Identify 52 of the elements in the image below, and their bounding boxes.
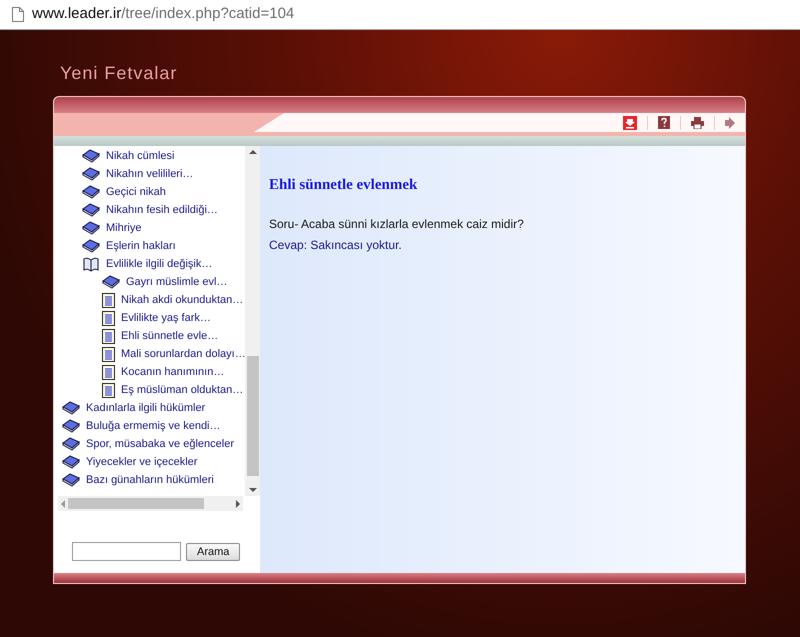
- document-icon: [102, 382, 115, 398]
- book-icon: [82, 221, 100, 235]
- book-icon: [82, 185, 100, 199]
- vertical-scrollbar[interactable]: [245, 146, 260, 496]
- search-field[interactable]: [72, 542, 181, 561]
- tree-item[interactable]: Gayrı müslimle evl…: [102, 273, 228, 291]
- book-icon: [62, 473, 80, 487]
- book-icon: [102, 275, 120, 289]
- book-icon: [62, 419, 80, 433]
- book-icon: [82, 167, 100, 181]
- tree-item[interactable]: Spor, müsabaka ve eğlenceler: [62, 435, 234, 453]
- article-title: Ehli sünnetle evlenmek: [269, 176, 418, 195]
- page-title: Yeni Fetvalar: [60, 62, 178, 85]
- address-bar[interactable]: www.leader.ir/tree/index.php?catid=104: [0, 0, 800, 30]
- tree-item[interactable]: Eşlerin hakları: [82, 237, 176, 255]
- tree-item[interactable]: Geçici nikah: [82, 183, 166, 201]
- document-icon: [102, 292, 115, 308]
- tree-item[interactable]: Nikah akdi okunduktan…: [102, 291, 244, 309]
- book-icon: [82, 239, 100, 253]
- help-icon[interactable]: [658, 116, 670, 129]
- tree-item[interactable]: Nikahın fesih edildiği…: [82, 201, 218, 219]
- tree-item[interactable]: Buluğa ermemiş ve kendi…: [62, 417, 221, 435]
- tree-item[interactable]: Ehli sünnetle evle…: [102, 327, 218, 345]
- document-icon: [102, 328, 115, 344]
- book-icon: [62, 401, 80, 415]
- tree-item[interactable]: Kadınlarla ilgili hükümler: [62, 399, 206, 417]
- tree-item[interactable]: Mali sorunlardan dolayı…: [102, 345, 245, 363]
- tree-item[interactable]: Evlilikte yaş fark…: [102, 309, 211, 327]
- tree-item[interactable]: Bazı günahların hükümleri: [62, 471, 214, 489]
- book-icon: [62, 455, 80, 469]
- page-icon: [12, 7, 24, 22]
- printer-icon[interactable]: [691, 116, 704, 128]
- tree-item[interactable]: Kocanın hanımının…: [102, 363, 224, 381]
- answer-text: Cevap: Sakıncası yoktur.: [269, 236, 402, 254]
- tree-item[interactable]: Nikahın velilileri…: [82, 165, 194, 183]
- tree-item[interactable]: Eş müslüman olduktan…: [102, 381, 244, 399]
- question-text: Soru- Acaba sünni kızlarla evlenmek caiz midir?: [269, 216, 524, 232]
- document-icon: [102, 364, 115, 380]
- horizontal-scrollbar[interactable]: [58, 496, 243, 511]
- document-icon: [102, 346, 115, 362]
- open-book-icon: [82, 256, 100, 272]
- search-button[interactable]: Arama: [186, 542, 240, 560]
- book-icon: [62, 437, 80, 451]
- document-icon: [102, 310, 115, 326]
- download-icon[interactable]: [623, 116, 637, 130]
- tree-item[interactable]: Nikah cümlesi: [82, 147, 174, 165]
- tree-item[interactable]: Mihriye: [82, 219, 142, 237]
- tree-item[interactable]: Yiyecekler ve içecekler: [62, 453, 198, 471]
- book-icon: [82, 149, 100, 163]
- arrow-right-icon[interactable]: [725, 116, 735, 128]
- book-icon: [82, 203, 100, 217]
- tree-item[interactable]: Evlilikle ilgili değişik…: [82, 255, 212, 273]
